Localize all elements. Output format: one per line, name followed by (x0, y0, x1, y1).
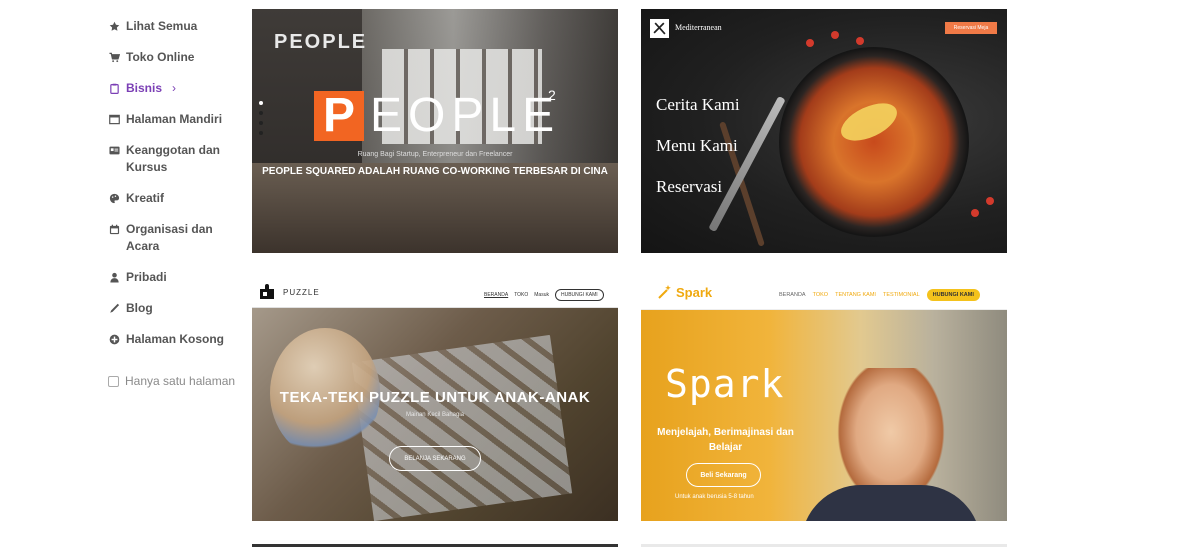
slider-dot[interactable] (259, 131, 263, 135)
tomato-decoration (806, 39, 814, 47)
sidebar-item-organisasi-dan-acara[interactable]: Organisasi dan Acara (108, 221, 243, 255)
id-card-icon (108, 142, 120, 159)
nav-link-beranda[interactable]: BERANDA (484, 292, 508, 298)
template-card-mediterranean[interactable]: Mediterranean Reservasi Meja Cerita Kami… (641, 9, 1007, 253)
sidebar-item-label: Pribadi (126, 270, 167, 284)
mediterranean-menu: Cerita Kami Menu Kami Reservasi (656, 95, 740, 218)
slider-dot[interactable] (259, 121, 263, 125)
plus-circle-icon (108, 331, 120, 348)
reservasi-meja-button[interactable]: Reservasi Meja (945, 22, 997, 34)
single-page-checkbox[interactable] (108, 375, 119, 387)
star-icon (108, 18, 120, 35)
sidebar-item-label: Lihat Semua (126, 19, 198, 33)
sidebar-item-label: Keanggotan dan Kursus (126, 143, 221, 174)
pen-icon (108, 300, 120, 317)
tomato-decoration (971, 209, 979, 217)
sidebar-item-lihat-semua[interactable]: Lihat Semua (108, 18, 243, 35)
puzzle-hero-title: TEKA-TEKI PUZZLE UNTUK ANAK-ANAK (279, 389, 591, 406)
slider-dots[interactable] (259, 101, 263, 135)
beli-sekarang-button[interactable]: Beli Sekarang (686, 463, 761, 487)
mediterranean-brand: Mediterranean (675, 23, 722, 32)
single-page-filter[interactable]: Hanya satu halaman (108, 374, 243, 388)
sidebar-item-label: Organisasi dan Acara (126, 222, 213, 253)
spark-age-note: Untuk anak berusia 5-8 tahun (675, 494, 754, 500)
sidebar-item-label: Halaman Kosong (126, 332, 225, 346)
sidebar-item-blog[interactable]: Blog (108, 300, 243, 317)
single-page-checkbox-label: Hanya satu halaman (125, 374, 236, 388)
hubungi-kami-button[interactable]: HUBUNGI KAMI (555, 289, 604, 301)
menu-link-reservasi[interactable]: Reservasi (656, 177, 740, 197)
palette-icon (108, 190, 120, 207)
clipboard-icon (108, 80, 120, 97)
window-icon (108, 111, 120, 128)
menu-link-menu-kami[interactable]: Menu Kami (656, 136, 740, 156)
nav-link-beranda[interactable]: BERANDA (779, 292, 806, 298)
tomato-decoration (856, 37, 864, 45)
people-tagline: PEOPLE SQUARED ADALAH RUANG CO-WORKING T… (262, 166, 608, 177)
puzzle-hero-subtitle: Mainan Kecil Bahagia (405, 412, 465, 418)
sidebar-item-label: Kreatif (126, 191, 165, 205)
puzzle-logo-icon (260, 284, 274, 299)
sidebar-item-keanggotan-dan-kursus[interactable]: Keanggotan dan Kursus (108, 142, 243, 176)
category-sidebar: Lihat Semua Toko Online Bisnis › Halaman… (108, 18, 243, 388)
nav-link-toko[interactable]: TOKO (813, 292, 829, 298)
sidebar-item-label: Bisnis (126, 81, 163, 95)
puzzle-navbar: PUZZLE BERANDA TOKO Masuk HUBUNGI KAMI (252, 277, 618, 308)
spark-nav-links: BERANDA TOKO TENTANG KAMI TESTIMONIAL HU… (779, 289, 980, 301)
template-card-puzzle[interactable]: PUZZLE BERANDA TOKO Masuk HUBUNGI KAMI T… (252, 277, 618, 521)
nav-link-testimonial[interactable]: TESTIMONIAL (883, 292, 920, 298)
hubungi-kami-button[interactable]: HUBUNGI KAMI (926, 289, 980, 301)
spark-navbar: Spark BERANDA TOKO TENTANG KAMI TESTIMON… (641, 277, 1007, 310)
wall-sign-text: PEOPLE (274, 31, 368, 53)
sidebar-item-label: Halaman Mandiri (126, 112, 223, 126)
spark-hero-subtitle: Menjelajah, Berimajinasi dan Belajar (657, 427, 794, 453)
people-logo: P EOPLE (314, 91, 560, 141)
menu-link-cerita-kami[interactable]: Cerita Kami (656, 95, 740, 115)
puzzle-pieces-image (351, 334, 573, 521)
calendar-icon (108, 221, 120, 238)
slider-dot[interactable] (259, 111, 263, 115)
sidebar-item-toko-online[interactable]: Toko Online (108, 49, 243, 66)
chevron-right-icon: › (172, 81, 177, 95)
spark-brand: Spark (676, 284, 713, 300)
person-icon (108, 269, 120, 286)
nav-link-masuk[interactable]: Masuk (534, 292, 549, 298)
sidebar-item-kreatif[interactable]: Kreatif (108, 190, 243, 207)
people-logo-text: EOPLE (370, 89, 561, 142)
people-logo-p: P (314, 91, 364, 141)
sidebar-item-label: Blog (126, 301, 153, 315)
sidebar-item-halaman-kosong[interactable]: Halaman Kosong (108, 331, 243, 348)
spark-logo: Spark (657, 284, 712, 300)
sidebar-item-bisnis[interactable]: Bisnis › (108, 80, 243, 97)
sidebar-item-halaman-mandiri[interactable]: Halaman Mandiri (108, 111, 243, 128)
paella-pan-image (779, 47, 969, 237)
magic-wand-icon (658, 285, 671, 299)
spark-hero-title: Spark (665, 362, 785, 406)
belanja-sekarang-button[interactable]: BELANJA SEKARANG (389, 446, 481, 471)
people-small-text: Ruang Bagi Startup, Enterpreneur dan Fre… (357, 151, 513, 158)
tomato-decoration (831, 31, 839, 39)
template-card-people[interactable]: PEOPLE P EOPLE 2 Ruang Bagi Startup, Ent… (252, 9, 618, 253)
slider-dot[interactable] (259, 101, 263, 105)
utensils-logo-icon (650, 19, 669, 38)
people-logo-superscript: 2 (548, 87, 556, 103)
puzzle-brand: PUZZLE (283, 288, 320, 297)
nav-link-toko[interactable]: TOKO (514, 292, 528, 298)
nav-link-tentang-kami[interactable]: TENTANG KAMI (835, 292, 876, 298)
spark-hero-image (641, 310, 1007, 521)
sidebar-item-label: Toko Online (126, 50, 195, 64)
sidebar-item-pribadi[interactable]: Pribadi (108, 269, 243, 286)
puzzle-nav-links: BERANDA TOKO Masuk HUBUNGI KAMI (484, 289, 604, 301)
template-card-spark[interactable]: Spark BERANDA TOKO TENTANG KAMI TESTIMON… (641, 277, 1007, 521)
cart-icon (108, 49, 120, 66)
tomato-decoration (986, 197, 994, 205)
